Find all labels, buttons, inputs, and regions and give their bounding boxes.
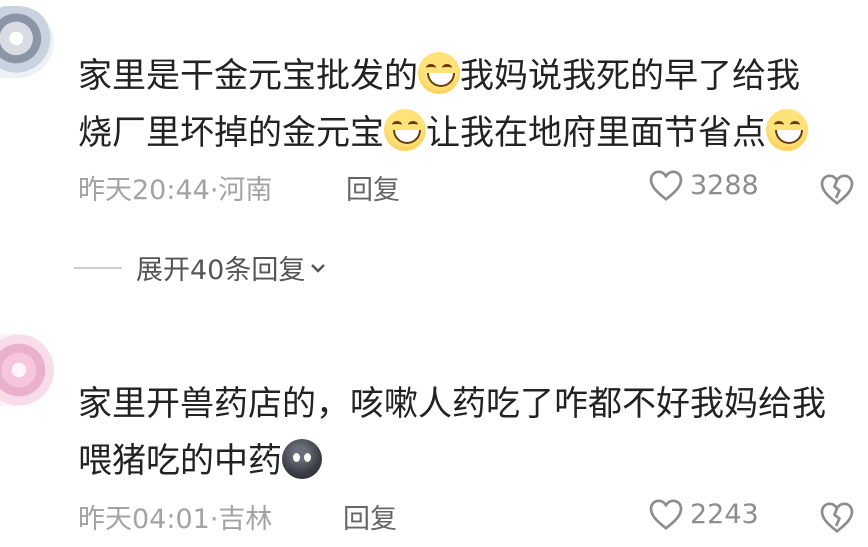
grinning-face-emoji: [384, 109, 426, 151]
heart-icon: [649, 499, 683, 530]
commenter-avatar[interactable]: [0, 6, 54, 78]
comment-text: 家里开兽药店的，咳嗽人药吃了咋都不好我妈给我: [78, 376, 826, 433]
comment-time: 昨天04:01: [78, 504, 210, 535]
reply-button[interactable]: 回复: [346, 168, 400, 207]
heart-icon: [649, 170, 683, 201]
comment-text: 喂猪吃的中药: [78, 433, 322, 490]
comment-text-segment: 让我在地府里面节省点: [426, 113, 766, 153]
like-button[interactable]: 2243: [648, 497, 759, 531]
comment-text-segment: 家里开兽药店的，咳嗽人药吃了咋都不好我妈给我: [78, 384, 826, 424]
comment-text: 烧厂里坏掉的金元宝 让我在地府里面节省点: [78, 105, 808, 162]
divider-line: [74, 266, 122, 269]
comment-text-segment: 家里是干金元宝批发的: [78, 56, 418, 96]
comment-meta: 昨天04:01·吉林: [78, 497, 272, 536]
comment-text-segment: 喂猪吃的中药: [78, 441, 282, 481]
comment-location: 吉林: [218, 504, 273, 535]
like-count: 2243: [690, 498, 759, 530]
grinning-face-emoji: [418, 52, 460, 94]
comment-location: 河南: [218, 175, 273, 206]
comment-time: 昨天20:44: [78, 175, 210, 206]
chevron-down-icon: [311, 263, 326, 273]
comment-text-segment: 我妈说我死的早了给我: [460, 56, 800, 96]
reply-button[interactable]: 回复: [343, 497, 397, 536]
broken-heart-icon[interactable]: [819, 172, 855, 206]
like-button[interactable]: 3288: [648, 168, 759, 202]
broken-heart-icon[interactable]: [819, 500, 855, 534]
expand-replies-button[interactable]: 展开40条回复: [74, 248, 327, 287]
expand-replies-label: 展开40条回复: [136, 255, 306, 286]
comment-text: 家里是干金元宝批发的 我妈说我死的早了给我: [78, 48, 800, 105]
comment-meta: 昨天20:44·河南: [78, 168, 272, 207]
grinning-face-emoji: [766, 109, 808, 151]
like-count: 3288: [690, 169, 759, 201]
commenter-avatar[interactable]: [0, 334, 54, 406]
comment-text-segment: 烧厂里坏掉的金元宝: [78, 113, 384, 153]
black-face-emoji: [282, 439, 322, 479]
